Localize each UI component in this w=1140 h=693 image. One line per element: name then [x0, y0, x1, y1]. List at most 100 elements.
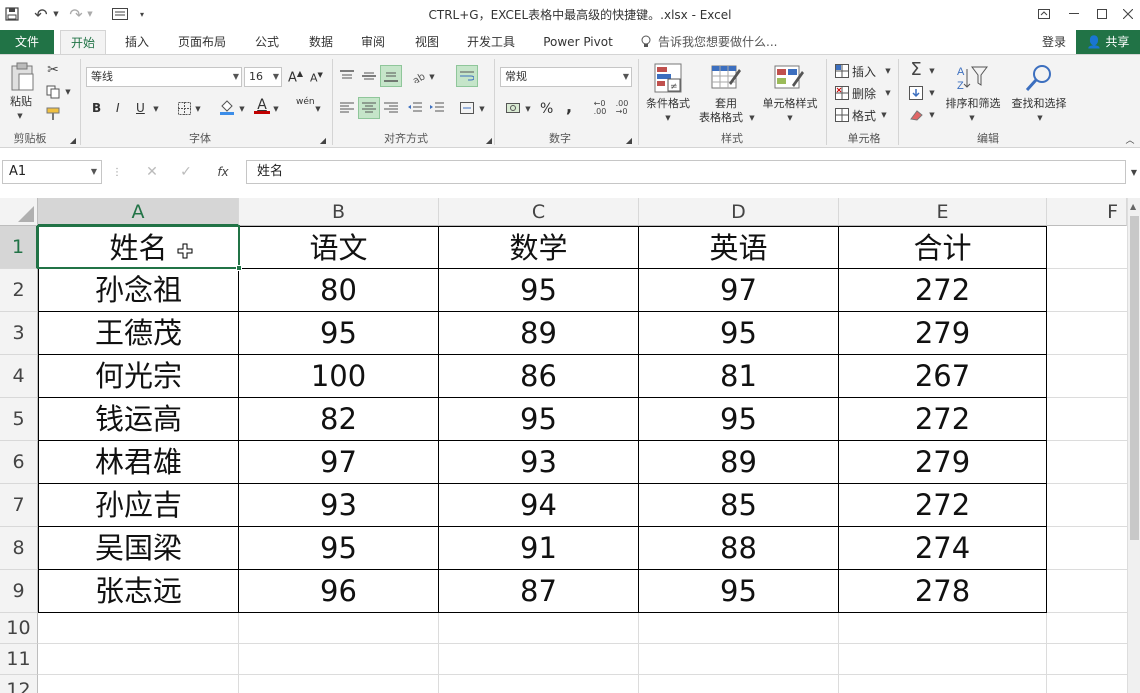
ribbon-display-icon[interactable]	[1034, 4, 1054, 24]
customize-toolbar-icon[interactable]: ▾	[136, 6, 148, 22]
number-format-select[interactable]: 常规 ▼	[500, 67, 632, 87]
cell-a5[interactable]: 钱运高	[39, 398, 239, 441]
tell-me-search[interactable]: 告诉我您想要做什么...	[658, 30, 777, 54]
row-header-3[interactable]: 3	[0, 312, 38, 355]
cell-e7[interactable]: 272	[839, 484, 1047, 527]
alignment-launcher-icon[interactable]: ◢	[484, 135, 494, 145]
autosum-icon[interactable]: Σ	[906, 59, 926, 80]
column-header-f[interactable]: F	[1047, 198, 1127, 226]
select-all-corner[interactable]	[0, 198, 38, 226]
merge-center-icon[interactable]	[458, 99, 476, 117]
cell-c9[interactable]: 87	[439, 570, 639, 613]
row-header-2[interactable]: 2	[0, 269, 38, 312]
copy-icon[interactable]	[44, 83, 62, 101]
insert-cells-icon[interactable]	[834, 63, 850, 79]
autosum-dropdown-icon[interactable]: ▼	[928, 65, 936, 77]
format-as-table-dropdown-icon[interactable]: ▼	[748, 113, 756, 123]
phonetic-dropdown-icon[interactable]: ▼	[314, 103, 322, 115]
cancel-entry-icon[interactable]: ✕	[140, 162, 164, 182]
cell-d8[interactable]: 88	[639, 527, 839, 570]
format-painter-icon[interactable]	[44, 105, 62, 123]
cell-styles-dropdown-icon[interactable]: ▼	[786, 113, 794, 123]
cell-styles-icon[interactable]	[772, 61, 806, 95]
cell-a6[interactable]: 林君雄	[39, 441, 239, 484]
align-center-icon[interactable]	[358, 97, 380, 119]
fill-down-icon[interactable]	[908, 85, 924, 101]
cell-b7[interactable]: 93	[239, 484, 439, 527]
insert-dropdown-icon[interactable]: ▼	[884, 65, 892, 77]
conditional-formatting-icon[interactable]: ≠	[652, 61, 684, 95]
cell-b5[interactable]: 82	[239, 398, 439, 441]
row-header-7[interactable]: 7	[0, 484, 38, 527]
cell-e9[interactable]: 278	[839, 570, 1047, 613]
cell-c3[interactable]: 89	[439, 312, 639, 355]
align-bottom-icon[interactable]	[380, 65, 402, 87]
tab-insert[interactable]: 插入	[112, 30, 162, 54]
shrink-font-button[interactable]: A▼	[310, 71, 323, 85]
cell-a2[interactable]: 孙念祖	[39, 269, 239, 312]
cell-b6[interactable]: 97	[239, 441, 439, 484]
row-header-12[interactable]: 12	[0, 675, 38, 693]
increase-decimal-icon[interactable]: ←0.00	[590, 99, 610, 117]
tab-data[interactable]: 数据	[296, 30, 346, 54]
fill-dropdown-2-icon[interactable]: ▼	[928, 87, 936, 99]
cell-e6[interactable]: 279	[839, 441, 1047, 484]
redo-icon[interactable]: ↷	[66, 4, 86, 24]
undo-dropdown-icon[interactable]: ▼	[52, 6, 60, 22]
cell-a3[interactable]: 王德茂	[39, 312, 239, 355]
cell-styles-label[interactable]: 单元格样式	[756, 97, 824, 111]
font-launcher-icon[interactable]: ◢	[318, 135, 328, 145]
phonetic-button[interactable]: wén	[296, 97, 315, 107]
clear-dropdown-icon[interactable]: ▼	[928, 109, 936, 121]
row-header-6[interactable]: 6	[0, 441, 38, 484]
tab-view[interactable]: 视图	[402, 30, 452, 54]
delete-cells-button[interactable]: 删除	[852, 85, 876, 102]
find-select-label[interactable]: 查找和选择	[1006, 97, 1072, 111]
decrease-decimal-icon[interactable]: .00 →0	[612, 99, 632, 117]
cell-b8[interactable]: 95	[239, 527, 439, 570]
cut-icon[interactable]: ✂	[44, 61, 62, 79]
font-color-button[interactable]: A	[254, 97, 270, 117]
bold-button[interactable]: B	[92, 101, 101, 115]
scrollbar-thumb[interactable]	[1130, 216, 1139, 540]
worksheet-grid[interactable]: A B C D E F 1 2 3 4 5 6 7 8 9 10 11 12 姓…	[0, 198, 1140, 693]
cell-d4[interactable]: 81	[639, 355, 839, 398]
align-left-icon[interactable]	[338, 99, 356, 117]
column-header-a[interactable]: A	[38, 198, 239, 226]
copy-dropdown-icon[interactable]: ▼	[64, 87, 72, 97]
fill-handle[interactable]	[236, 265, 242, 271]
cell-c1[interactable]: 数学	[439, 227, 639, 269]
cell-a4[interactable]: 何光宗	[39, 355, 239, 398]
align-right-icon[interactable]	[382, 99, 400, 117]
cell-e8[interactable]: 274	[839, 527, 1047, 570]
format-cells-icon[interactable]	[834, 107, 850, 123]
grow-font-button[interactable]: A▲	[288, 69, 303, 85]
tab-formulas[interactable]: 公式	[242, 30, 292, 54]
cell-d7[interactable]: 85	[639, 484, 839, 527]
increase-indent-icon[interactable]	[428, 99, 446, 117]
clear-icon[interactable]	[908, 107, 924, 123]
cell-e3[interactable]: 279	[839, 312, 1047, 355]
row-header-10[interactable]: 10	[0, 613, 38, 644]
paste-icon[interactable]	[8, 61, 36, 93]
align-top-icon[interactable]	[338, 67, 356, 85]
cell-d9[interactable]: 95	[639, 570, 839, 613]
italic-button[interactable]: I	[116, 101, 120, 115]
cell-a9[interactable]: 张志远	[39, 570, 239, 613]
cell-b3[interactable]: 95	[239, 312, 439, 355]
border-dropdown-icon[interactable]: ▼	[194, 103, 202, 115]
cell-b2[interactable]: 80	[239, 269, 439, 312]
conditional-formatting-label[interactable]: 条件格式	[640, 97, 696, 111]
format-cells-button[interactable]: 格式	[852, 107, 876, 124]
cell-c8[interactable]: 91	[439, 527, 639, 570]
cell-d5[interactable]: 95	[639, 398, 839, 441]
cell-d1[interactable]: 英语	[639, 227, 839, 269]
orientation-dropdown-icon[interactable]: ▼	[428, 71, 436, 83]
cell-c4[interactable]: 86	[439, 355, 639, 398]
cell-b1[interactable]: 语文	[239, 227, 439, 269]
cell-d2[interactable]: 97	[639, 269, 839, 312]
login-link[interactable]: 登录	[1042, 30, 1066, 54]
sort-filter-icon[interactable]: AZ	[954, 61, 990, 95]
insert-function-icon[interactable]: fx	[208, 162, 238, 182]
delete-cells-icon[interactable]	[834, 85, 850, 101]
